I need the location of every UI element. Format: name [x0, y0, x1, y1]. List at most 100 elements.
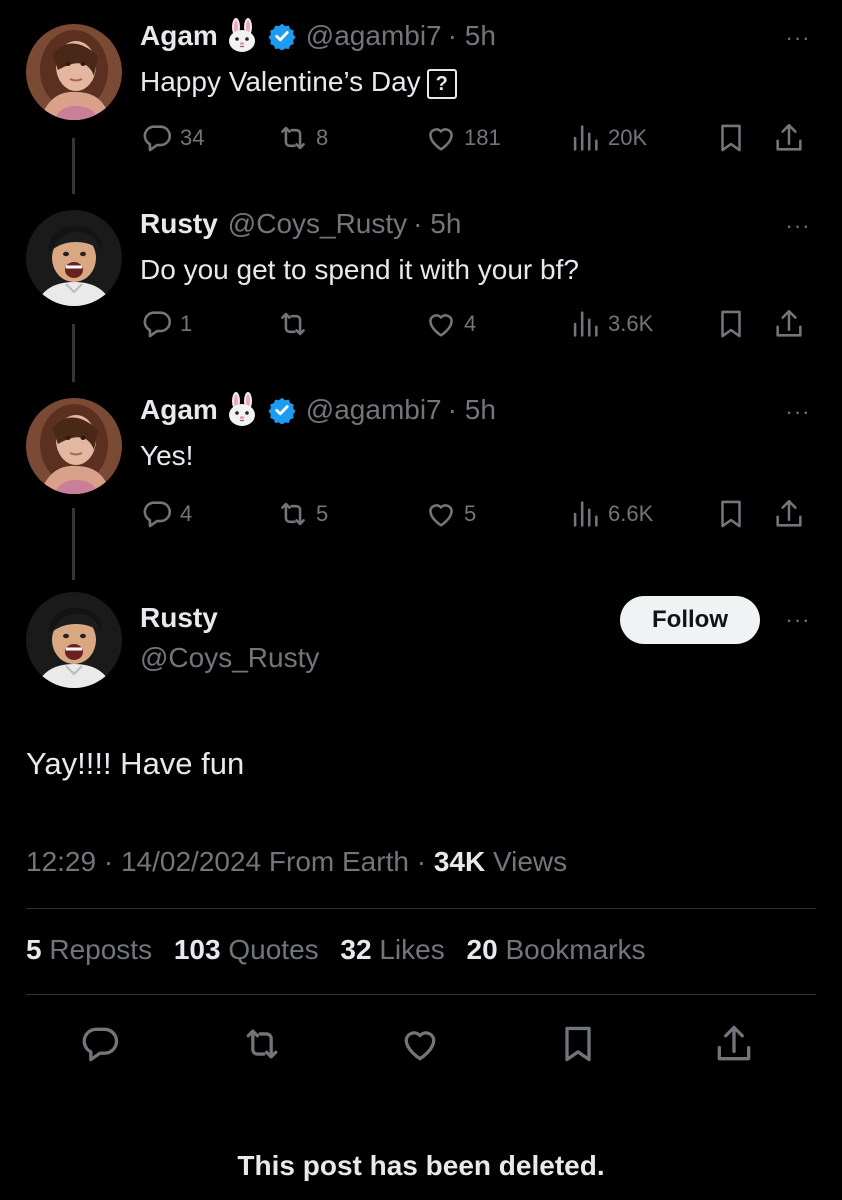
- views-icon: [568, 307, 602, 341]
- user-handle[interactable]: @Coys_Rusty: [228, 206, 407, 242]
- bunny-emoji-icon: [224, 18, 260, 54]
- tweet-text: Happy Valentine’s Day?: [140, 64, 457, 100]
- bookmarks-count: 20: [466, 934, 498, 965]
- like-button[interactable]: 5: [424, 494, 476, 534]
- bookmark-icon: [714, 497, 748, 531]
- reply-count: 4: [180, 501, 193, 526]
- tweet-header: Rusty @Coys_Rusty · 5h: [140, 206, 461, 242]
- more-icon[interactable]: ···: [778, 215, 818, 237]
- share-icon: [772, 121, 806, 155]
- follow-button[interactable]: Follow: [620, 596, 760, 644]
- bookmark-icon: [714, 307, 748, 341]
- more-icon[interactable]: ···: [778, 609, 818, 631]
- post-time[interactable]: · 5h: [448, 18, 496, 54]
- bookmark-button[interactable]: [714, 304, 748, 344]
- main-post-name[interactable]: Rusty: [140, 602, 218, 634]
- bookmark-icon: [556, 1022, 600, 1066]
- engagement-stats: 5 Reposts 103 Quotes 32 Likes 20 Bookmar…: [26, 934, 660, 966]
- reply-button[interactable]: 34: [140, 118, 204, 158]
- repost-button[interactable]: 5: [276, 494, 328, 534]
- share-button[interactable]: [772, 304, 806, 344]
- post-date[interactable]: 14/02/2024: [121, 846, 261, 877]
- like-count: 5: [464, 501, 477, 526]
- unknown-glyph-icon: ?: [426, 68, 457, 99]
- share-button[interactable]: [772, 118, 806, 158]
- avatar[interactable]: [26, 398, 122, 494]
- likes-count: 32: [340, 934, 372, 965]
- views-button[interactable]: 20K: [568, 118, 647, 158]
- views-button[interactable]: 6.6K: [568, 494, 653, 534]
- tweet-text-content: Happy Valentine’s Day: [140, 66, 421, 97]
- repost-count: 8: [316, 125, 329, 150]
- like-button[interactable]: 181: [424, 118, 501, 158]
- quotes-stat[interactable]: 103 Quotes: [174, 934, 319, 965]
- more-icon[interactable]: ···: [778, 401, 818, 423]
- repost-button[interactable]: [276, 304, 316, 344]
- thread-line: [72, 324, 75, 382]
- reply-button[interactable]: 4: [140, 494, 192, 534]
- user-handle[interactable]: @agambi7: [306, 18, 442, 54]
- share-button[interactable]: [712, 1022, 760, 1070]
- repost-icon: [276, 121, 310, 155]
- display-name[interactable]: Agam: [140, 392, 218, 428]
- reply-icon: [140, 307, 174, 341]
- post-meta: 12:29 · 14/02/2024 From Earth · 34K View…: [26, 846, 568, 877]
- avatar[interactable]: [26, 210, 122, 306]
- quotes-label: Quotes: [228, 934, 319, 965]
- divider: [26, 908, 816, 909]
- verified-badge-icon: [268, 396, 296, 424]
- heart-icon: [398, 1022, 442, 1066]
- views-icon: [568, 497, 602, 531]
- share-button[interactable]: [772, 494, 806, 534]
- reply-button[interactable]: 1: [140, 304, 192, 344]
- deleted-notice: This post has been deleted.: [237, 1150, 605, 1181]
- more-icon[interactable]: ···: [778, 27, 818, 49]
- like-button[interactable]: [398, 1022, 446, 1070]
- share-icon: [772, 497, 806, 531]
- post-time[interactable]: 12:29: [26, 846, 96, 877]
- bookmark-button[interactable]: [714, 118, 748, 158]
- display-name[interactable]: Rusty: [140, 206, 218, 242]
- like-button[interactable]: 4: [424, 304, 476, 344]
- repost-button[interactable]: 8: [276, 118, 328, 158]
- views-button[interactable]: 3.6K: [568, 304, 653, 344]
- like-count: 181: [464, 125, 501, 150]
- view-count: 3.6K: [608, 311, 654, 336]
- repost-button[interactable]: [240, 1022, 288, 1070]
- tweet-text: Do you get to spend it with your bf?: [140, 254, 579, 285]
- reposts-stat[interactable]: 5 Reposts: [26, 934, 152, 965]
- main-post-text: Yay!!!! Have fun: [26, 746, 245, 781]
- tweet-header: Agam @agambi7 · 5h: [140, 18, 496, 54]
- main-post-actions: [0, 1022, 842, 1070]
- reply-count: 1: [180, 311, 193, 336]
- verified-badge-icon: [268, 22, 296, 50]
- post-source: From Earth: [268, 846, 409, 877]
- bookmark-icon: [714, 121, 748, 155]
- avatar[interactable]: [26, 592, 122, 688]
- reply-button[interactable]: [78, 1022, 126, 1070]
- user-handle[interactable]: @agambi7: [306, 392, 442, 428]
- heart-icon: [424, 307, 458, 341]
- heart-icon: [424, 497, 458, 531]
- quotes-count: 103: [173, 934, 221, 965]
- repost-icon: [276, 307, 310, 341]
- tweet-actions: 34 8 181 20K: [140, 118, 820, 158]
- avatar[interactable]: [26, 24, 122, 120]
- main-post-handle[interactable]: @Coys_Rusty: [140, 642, 319, 674]
- likes-stat[interactable]: 32 Likes: [340, 934, 444, 965]
- display-name[interactable]: Agam: [140, 18, 218, 54]
- bookmarks-label: Bookmarks: [505, 934, 646, 965]
- bookmarks-stat[interactable]: 20 Bookmarks: [467, 934, 646, 965]
- views-count[interactable]: 34K: [434, 846, 485, 877]
- share-icon: [712, 1022, 756, 1066]
- reply-icon: [140, 497, 174, 531]
- bookmark-button[interactable]: [556, 1022, 604, 1070]
- post-time[interactable]: · 5h: [413, 206, 461, 242]
- post-time[interactable]: · 5h: [448, 392, 496, 428]
- bookmark-button[interactable]: [714, 494, 748, 534]
- views-label[interactable]: Views: [493, 846, 567, 877]
- reply-icon: [78, 1022, 122, 1066]
- tweet-actions: 4 5 5 6.6K: [140, 494, 820, 534]
- thread-line: [72, 138, 75, 194]
- divider: [26, 994, 816, 995]
